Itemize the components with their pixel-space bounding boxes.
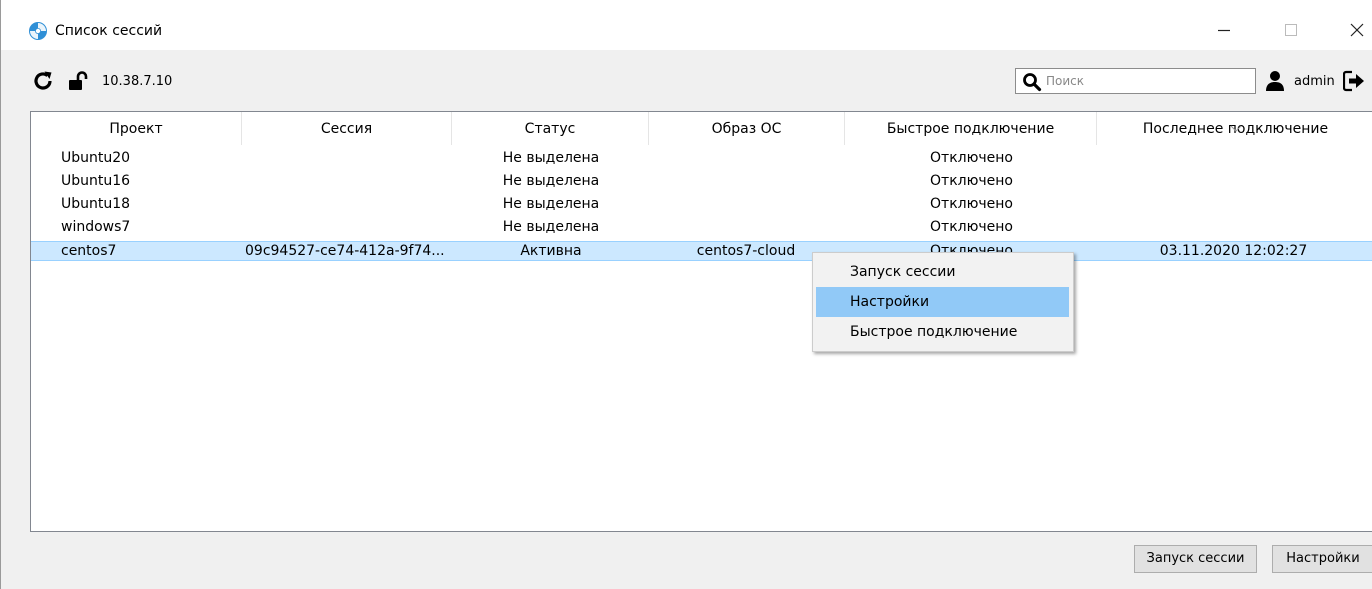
- unlock-icon[interactable]: [67, 69, 91, 93]
- minimize-button[interactable]: [1204, 13, 1244, 47]
- cell-project: centos7: [61, 243, 117, 259]
- cell-session: [245, 148, 455, 168]
- column-header-os-image[interactable]: Образ ОС: [649, 112, 845, 145]
- cell-status: Активна: [520, 243, 582, 259]
- column-header-last-connect[interactable]: Последнее подключение: [1097, 112, 1372, 145]
- app-logo-icon: [28, 21, 48, 41]
- search-box[interactable]: [1015, 68, 1256, 94]
- cell-session: [245, 194, 455, 214]
- cell-os-image: [648, 171, 844, 191]
- sessions-table[interactable]: Проект Сессия Статус Образ ОС Быстрое по…: [30, 111, 1372, 532]
- title-bar: Список сессий: [1, 0, 1372, 50]
- cell-status: Не выделена: [502, 173, 600, 189]
- cell-last-connect: 03.11.2020 12:02:27: [1159, 243, 1308, 259]
- current-user: admin: [1294, 74, 1335, 89]
- cell-quick-connect: Отключено: [930, 150, 1013, 166]
- cell-last-connect: [1096, 171, 1371, 191]
- cell-status: Не выделена: [502, 196, 600, 212]
- session-list-window: Список сессий 10.38.7.10 Поиск admin Про…: [0, 0, 1372, 589]
- menu-item-settings[interactable]: Настройки: [816, 287, 1069, 317]
- start-session-button[interactable]: Запуск сессии: [1134, 545, 1257, 573]
- sort-descending-icon: [1230, 112, 1242, 132]
- cell-project: windows7: [61, 219, 131, 235]
- server-address: 10.38.7.10: [102, 74, 173, 89]
- column-header-quick-connect[interactable]: Быстрое подключение: [845, 112, 1097, 145]
- settings-button[interactable]: Настройки: [1272, 545, 1372, 573]
- table-row[interactable]: Ubuntu20 Не выделена Отключено: [31, 148, 1372, 168]
- column-header-session[interactable]: Сессия: [242, 112, 452, 145]
- toolbar: 10.38.7.10 admin: [1, 52, 1372, 108]
- cell-last-connect: [1096, 148, 1371, 168]
- search-input[interactable]: [1046, 71, 1246, 91]
- cell-session: [245, 217, 455, 237]
- cell-quick-connect: Отключено: [930, 196, 1013, 212]
- cell-project: Ubuntu20: [61, 150, 131, 166]
- cell-last-connect: [1096, 217, 1371, 237]
- cell-os-image: [648, 148, 844, 168]
- table-row[interactable]: windows7 Не выделена Отключено: [31, 217, 1372, 237]
- cell-status: Не выделена: [502, 150, 600, 166]
- column-header-project[interactable]: Проект: [31, 112, 242, 145]
- table-row[interactable]: Ubuntu18 Не выделена Отключено: [31, 194, 1372, 214]
- menu-item-quick-connect[interactable]: Быстрое подключение: [816, 317, 1069, 347]
- window-title: Список сессий: [55, 23, 163, 39]
- menu-item-start-session[interactable]: Запуск сессии: [816, 257, 1069, 287]
- refresh-icon[interactable]: [31, 69, 55, 93]
- cell-last-connect: [1096, 194, 1371, 214]
- cell-status: Не выделена: [502, 219, 600, 235]
- maximize-button[interactable]: [1271, 13, 1311, 47]
- user-icon: [1264, 69, 1286, 93]
- column-header-status[interactable]: Статус: [452, 112, 649, 145]
- table-header: Проект Сессия Статус Образ ОС Быстрое по…: [31, 112, 1372, 145]
- logout-icon[interactable]: [1342, 69, 1366, 93]
- cell-quick-connect: Отключено: [930, 173, 1013, 189]
- cell-project: Ubuntu16: [61, 173, 131, 189]
- search-icon: [1022, 72, 1042, 92]
- cell-os-image: [648, 217, 844, 237]
- cell-session: 09c94527-ce74-412a-9f74...: [245, 243, 445, 259]
- cell-project: Ubuntu18: [61, 196, 131, 212]
- table-row[interactable]: Ubuntu16 Не выделена Отключено: [31, 171, 1372, 191]
- table-row-selected[interactable]: centos7 09c94527-ce74-412a-9f74... Актив…: [31, 241, 1372, 261]
- close-button[interactable]: [1337, 13, 1372, 47]
- cell-session: [245, 171, 455, 191]
- cell-quick-connect: Отключено: [930, 219, 1013, 235]
- cell-os-image: [648, 194, 844, 214]
- context-menu: Запуск сессии Настройки Быстрое подключе…: [812, 252, 1074, 352]
